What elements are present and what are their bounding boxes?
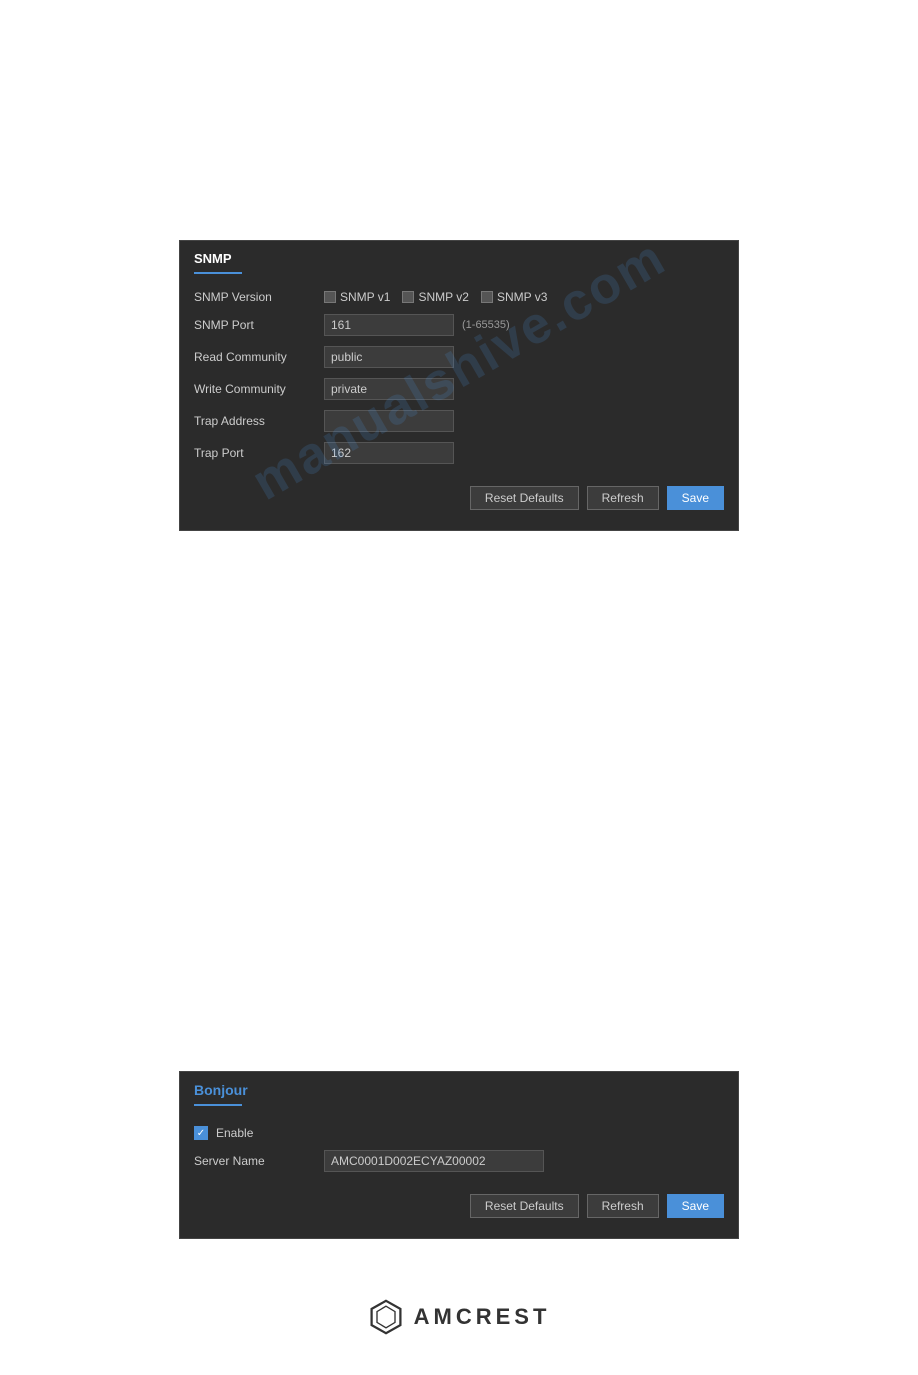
bonjour-enable-checkbox[interactable]: ✓ [194,1126,208,1140]
snmp-v2-label: SNMP v2 [418,290,468,304]
snmp-port-hint: (1-65535) [462,319,510,331]
read-community-row: Read Community [194,346,724,368]
bonjour-button-row: Reset Defaults Refresh Save [180,1186,738,1222]
amcrest-hex-icon [368,1299,404,1335]
bonjour-server-name-label: Server Name [194,1154,324,1168]
snmp-v1-item[interactable]: SNMP v1 [324,290,390,304]
trap-port-label: Trap Port [194,446,324,460]
read-community-label: Read Community [194,350,324,364]
snmp-port-row: SNMP Port (1-65535) [194,314,724,336]
write-community-input[interactable] [324,378,454,400]
bonjour-enable-label: Enable [216,1126,253,1140]
snmp-title: SNMP [194,251,724,272]
trap-port-input[interactable] [324,442,454,464]
write-community-row: Write Community [194,378,724,400]
write-community-label: Write Community [194,382,324,396]
snmp-version-row: SNMP Version SNMP v1 SNMP v2 [194,290,724,304]
read-community-input[interactable] [324,346,454,368]
snmp-save-button[interactable]: Save [667,486,724,510]
bonjour-enable-row[interactable]: ✓ Enable [194,1126,724,1140]
snmp-button-row: Reset Defaults Refresh Save [180,478,738,514]
snmp-port-input[interactable] [324,314,454,336]
bonjour-title: Bonjour [194,1082,724,1104]
snmp-port-label: SNMP Port [194,318,324,332]
snmp-v1-label: SNMP v1 [340,290,390,304]
snmp-v2-checkbox[interactable] [402,291,414,303]
trap-address-input[interactable] [324,410,454,432]
bonjour-refresh-button[interactable]: Refresh [587,1194,659,1218]
trap-port-row: Trap Port [194,442,724,464]
amcrest-logo: AMCREST [368,1299,551,1335]
snmp-v3-item[interactable]: SNMP v3 [481,290,547,304]
snmp-reset-defaults-button[interactable]: Reset Defaults [470,486,579,510]
snmp-refresh-button[interactable]: Refresh [587,486,659,510]
snmp-v1-checkbox[interactable] [324,291,336,303]
bonjour-panel: Bonjour ✓ Enable Server Name [179,1071,739,1239]
bonjour-server-name-input[interactable] [324,1150,544,1172]
trap-address-label: Trap Address [194,414,324,428]
snmp-version-label: SNMP Version [194,290,324,304]
snmp-v3-checkbox[interactable] [481,291,493,303]
trap-address-row: Trap Address [194,410,724,432]
bonjour-save-button[interactable]: Save [667,1194,724,1218]
bonjour-server-name-row: Server Name [194,1150,724,1172]
amcrest-brand-name: AMCREST [414,1304,551,1330]
snmp-v2-item[interactable]: SNMP v2 [402,290,468,304]
snmp-version-checkboxes: SNMP v1 SNMP v2 SNMP v3 [324,290,547,304]
bonjour-title-underline [194,1104,242,1106]
snmp-v3-label: SNMP v3 [497,290,547,304]
snmp-title-underline [194,272,242,274]
bonjour-reset-defaults-button[interactable]: Reset Defaults [470,1194,579,1218]
snmp-panel: SNMP SNMP Version SNMP v1 [179,240,739,531]
